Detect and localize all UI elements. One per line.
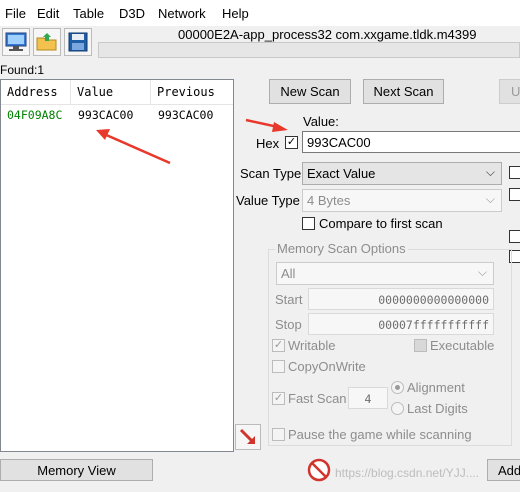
annotation-arrow-hex	[245, 118, 288, 132]
annotation-arrow-list	[96, 129, 171, 165]
annotation-arrows	[96, 118, 288, 165]
